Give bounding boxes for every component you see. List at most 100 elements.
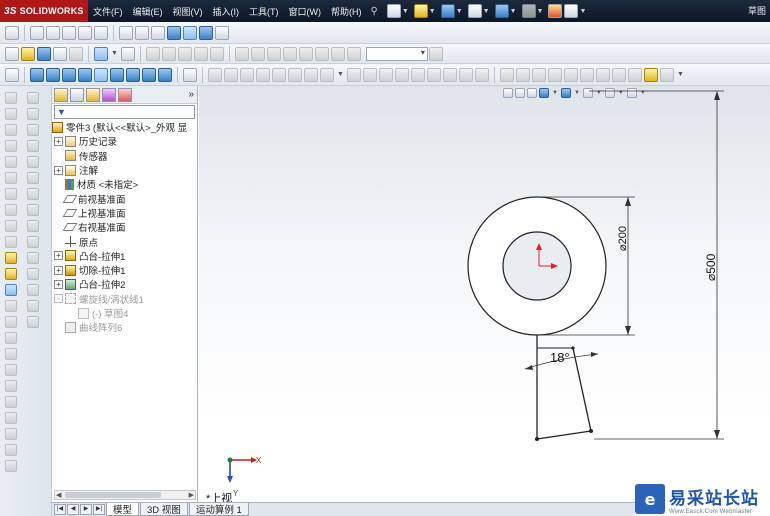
- appearance-icon[interactable]: [234, 46, 249, 61]
- menu-insert[interactable]: 插入(I): [208, 5, 245, 18]
- tab-motion-study[interactable]: 运动算例 1: [188, 503, 249, 516]
- tree-item-curve-pattern6[interactable]: 曲线阵列6: [52, 320, 197, 334]
- view-selector-icon[interactable]: [183, 67, 197, 82]
- cmd-icon[interactable]: [5, 172, 17, 184]
- cmd-icon[interactable]: [5, 380, 17, 392]
- menu-window[interactable]: 窗口(W): [284, 5, 327, 18]
- cut-icon[interactable]: [69, 46, 83, 61]
- cmd-icon[interactable]: [27, 188, 39, 200]
- tree-item-boss-extrude1[interactable]: + 凸台-拉伸1: [52, 249, 197, 263]
- sketch-entity-icon[interactable]: [145, 46, 160, 61]
- feature-tree-horizontal-scrollbar[interactable]: ◀ ▶: [54, 490, 196, 500]
- left-view-icon[interactable]: [62, 67, 76, 82]
- redo-dropdown-icon[interactable]: ▼: [537, 8, 544, 15]
- rebuild-icon[interactable]: [548, 4, 563, 18]
- previous-view-icon[interactable]: [94, 25, 108, 40]
- scroll-left-arrow-icon[interactable]: ◀: [56, 491, 61, 499]
- new-icon[interactable]: [5, 46, 19, 61]
- normal-to-icon[interactable]: [5, 67, 19, 82]
- cmd-icon[interactable]: [5, 220, 17, 232]
- shadows-icon[interactable]: [215, 25, 229, 40]
- last-tab-icon[interactable]: ▶|: [93, 504, 105, 515]
- dimxpert-tab-icon[interactable]: [102, 87, 116, 102]
- tree-item-history[interactable]: + 历史记录: [52, 134, 197, 148]
- expand-toggle[interactable]: +: [54, 165, 63, 175]
- sketch-offset-icon[interactable]: [394, 67, 409, 82]
- sketch-relations-icon[interactable]: [458, 67, 473, 82]
- feature-loft-icon[interactable]: [547, 67, 562, 82]
- cmd-icon[interactable]: [27, 316, 39, 328]
- front-view-icon[interactable]: [30, 67, 44, 82]
- zoom-to-fit-icon[interactable]: [30, 25, 44, 40]
- scrollbar-thumb[interactable]: [65, 492, 161, 498]
- cmd-icon[interactable]: [27, 172, 39, 184]
- save-dropdown-icon[interactable]: ▼: [456, 8, 463, 15]
- smart-dimension-icon[interactable]: [5, 25, 19, 40]
- sketch-centerline-icon[interactable]: [304, 67, 318, 82]
- photo-icon[interactable]: [330, 46, 345, 61]
- cmd-icon[interactable]: [27, 220, 39, 232]
- tree-item-annotations[interactable]: + 注解: [52, 163, 197, 177]
- display-manager-tab-icon[interactable]: [118, 87, 132, 102]
- sketch-spline-icon[interactable]: [272, 67, 286, 82]
- options-dropdown-icon[interactable]: ▼: [579, 8, 586, 15]
- cmd-icon[interactable]: [5, 428, 17, 440]
- cmd-icon[interactable]: [27, 204, 39, 216]
- sketch-extend-icon[interactable]: [378, 67, 393, 82]
- tree-root-part[interactable]: 零件3 (默认<<默认>_外观 显: [52, 120, 197, 134]
- select-dropdown-icon[interactable]: ▼: [111, 50, 118, 57]
- expand-toggle[interactable]: +: [54, 279, 63, 289]
- feature-shell-icon[interactable]: [595, 67, 610, 82]
- decal-icon[interactable]: [266, 46, 281, 61]
- settings-icon[interactable]: [346, 46, 361, 61]
- cmd-icon[interactable]: [5, 236, 17, 248]
- menu-view[interactable]: 视图(V): [168, 5, 208, 18]
- top-view-icon[interactable]: [94, 67, 108, 82]
- menu-tools[interactable]: 工具(T): [244, 5, 284, 18]
- cmd-icon[interactable]: [27, 300, 39, 312]
- cmd-icon[interactable]: [27, 284, 39, 296]
- bottom-view-icon[interactable]: [110, 67, 124, 82]
- feature-chamfer-icon[interactable]: [579, 67, 594, 82]
- cmd-icon[interactable]: [5, 316, 17, 328]
- sketch-move-icon[interactable]: [442, 67, 457, 82]
- back-view-icon[interactable]: [46, 67, 60, 82]
- feature-filter-input[interactable]: ▼: [54, 105, 195, 119]
- sketch-pattern-icon[interactable]: [426, 67, 441, 82]
- feature-rib-icon[interactable]: [611, 67, 626, 82]
- prev-tab-icon[interactable]: ◀: [67, 504, 79, 515]
- pin-icon[interactable]: ⚲: [371, 6, 378, 17]
- cmd-icon[interactable]: [5, 252, 17, 264]
- sketch-arc-icon[interactable]: [240, 67, 254, 82]
- snap-icon[interactable]: [209, 46, 224, 61]
- scene-icon[interactable]: [250, 46, 265, 61]
- configuration-select[interactable]: [365, 46, 428, 61]
- cmd-icon[interactable]: [5, 460, 17, 472]
- cmd-icon[interactable]: [5, 140, 17, 152]
- zoom-area-icon[interactable]: [46, 25, 60, 40]
- camera-icon[interactable]: [298, 46, 313, 61]
- scroll-right-arrow-icon[interactable]: ▶: [189, 491, 194, 499]
- sketch-tool-icon[interactable]: [161, 46, 176, 61]
- cmd-icon[interactable]: [5, 300, 17, 312]
- cmd-icon[interactable]: [27, 124, 39, 136]
- sketch-repair-icon[interactable]: [474, 67, 489, 82]
- options-icon[interactable]: [564, 4, 579, 18]
- cmd-icon[interactable]: [27, 108, 39, 120]
- sketch-rectangle-icon[interactable]: [256, 67, 270, 82]
- menu-help[interactable]: 帮助(H): [326, 5, 367, 18]
- menu-edit[interactable]: 编辑(E): [128, 5, 168, 18]
- feature-dropdown-icon[interactable]: ▼: [677, 71, 684, 78]
- collapse-toggle[interactable]: -: [54, 294, 63, 304]
- relations-icon[interactable]: [193, 46, 208, 61]
- cmd-icon[interactable]: [5, 396, 17, 408]
- washer-part[interactable]: [467, 196, 607, 336]
- render-icon[interactable]: [314, 46, 329, 61]
- print-icon[interactable]: [467, 4, 482, 18]
- tab-model[interactable]: 模型: [106, 503, 140, 516]
- shaded-icon[interactable]: [183, 25, 197, 40]
- tree-item-helix1[interactable]: - 螺旋线/涡状线1: [52, 292, 197, 306]
- tree-item-top-plane[interactable]: 上视基准面: [52, 206, 197, 220]
- feature-more-icon[interactable]: [659, 67, 674, 82]
- sketch-point-icon[interactable]: [288, 67, 302, 82]
